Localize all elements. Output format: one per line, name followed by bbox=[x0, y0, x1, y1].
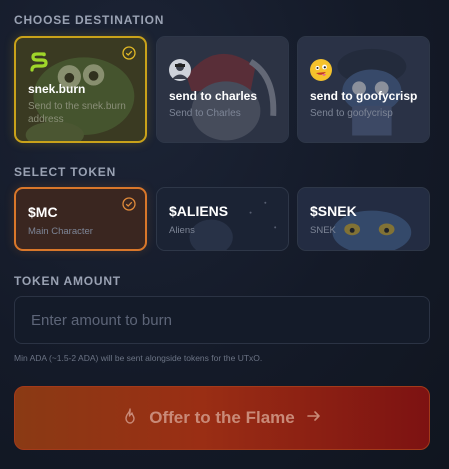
token-card-snek[interactable]: $SNEK SNEK bbox=[297, 187, 430, 251]
destination-card-goofycrisp[interactable]: send to goofycrisp Send to goofycrisp bbox=[297, 36, 430, 143]
token-title: $ALIENS bbox=[169, 203, 229, 219]
destination-card-charles[interactable]: send to charles Send to Charles bbox=[156, 36, 289, 143]
offer-button-label: Offer to the Flame bbox=[149, 408, 295, 427]
arrow-right-icon bbox=[305, 407, 323, 430]
token-title: $MC bbox=[28, 204, 58, 220]
token-subtitle: SNEK bbox=[310, 225, 336, 236]
destination-card-snek-burn[interactable]: snek.burn Send to the snek.burn address bbox=[14, 36, 147, 143]
min-ada-hint: Min ADA (~1.5-2 ADA) will be sent alongs… bbox=[14, 353, 263, 363]
token-subtitle: Aliens bbox=[169, 225, 195, 236]
destination-subtitle: Send to the snek.burn address bbox=[28, 101, 126, 125]
offer-to-flame-button[interactable]: Offer to the Flame bbox=[14, 386, 430, 450]
destination-title: send to charles bbox=[169, 89, 258, 103]
flame-icon bbox=[121, 407, 139, 430]
token-subtitle: Main Character bbox=[28, 226, 93, 237]
destination-subtitle: Send to goofycrisp bbox=[310, 108, 393, 119]
token-amount-label: TOKEN AMOUNT bbox=[14, 274, 121, 288]
charles-avatar-icon bbox=[169, 59, 191, 81]
select-token-label: SELECT TOKEN bbox=[14, 165, 117, 179]
token-title: $SNEK bbox=[310, 203, 357, 219]
destination-title: snek.burn bbox=[28, 82, 86, 96]
amount-input[interactable] bbox=[14, 296, 430, 344]
token-card-aliens[interactable]: $ALIENS Aliens bbox=[156, 187, 289, 251]
goofy-face-icon bbox=[310, 59, 332, 81]
destination-subtitle: Send to Charles bbox=[169, 108, 241, 119]
destination-title: send to goofycrisp bbox=[310, 89, 418, 103]
token-card-mc[interactable]: $MC Main Character bbox=[14, 187, 147, 251]
snake-icon bbox=[28, 52, 50, 74]
choose-destination-label: CHOOSE DESTINATION bbox=[14, 13, 165, 27]
